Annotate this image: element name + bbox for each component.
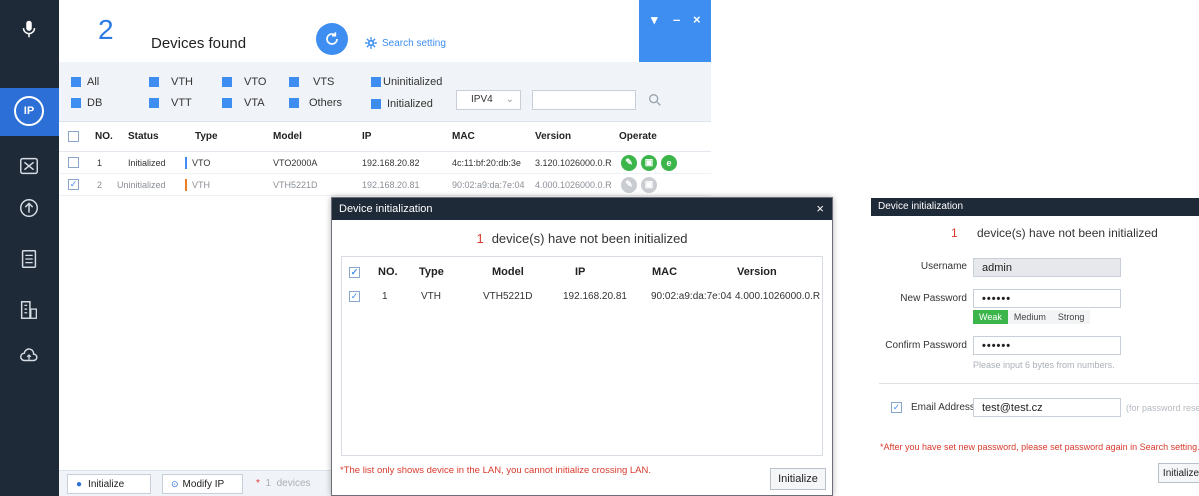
confirm-password-field[interactable]: ••••••	[973, 336, 1121, 355]
filter-panel: All DB VTH VTT VTO VTA VTS Others Uninit…	[59, 62, 711, 122]
password-hint: Please input 6 bytes from numbers.	[973, 360, 1115, 370]
filter-search-input[interactable]	[532, 90, 636, 110]
right-dialog-count: 1	[951, 226, 958, 240]
username-field[interactable]: admin	[973, 258, 1121, 277]
filter-vto[interactable]: VTO	[222, 76, 266, 88]
refresh-icon	[326, 32, 338, 45]
upgrade-icon[interactable]	[14, 193, 44, 223]
right-initialize-button[interactable]: Initialize	[1158, 463, 1199, 483]
details-icon[interactable]: ▣	[641, 154, 657, 171]
password-strength-meter: Weak Medium Strong	[973, 310, 1091, 324]
email-label: Email Address	[911, 402, 975, 413]
edit-icon[interactable]: ✎	[621, 154, 637, 171]
col-ip: IP	[362, 131, 372, 142]
row-checkbox[interactable]: ✓	[68, 174, 79, 195]
devices-found-label: Devices found	[151, 35, 247, 52]
filter-all[interactable]: All	[71, 76, 99, 88]
browser-icon[interactable]: e	[661, 154, 677, 171]
window-controls: ▾ – ×	[639, 0, 711, 62]
filter-vta[interactable]: VTA	[222, 97, 265, 109]
dialog-close-icon[interactable]: ×	[816, 201, 824, 216]
device-initialization-dialog: Device initialization × 1 device(s) have …	[331, 197, 833, 496]
strength-strong: Strong	[1051, 310, 1091, 324]
device-table: NO. Status Type Model IP MAC Version Ope…	[59, 122, 711, 196]
edit-icon: ✎	[621, 176, 637, 193]
filter-uninitialized[interactable]: Uninitialized	[371, 76, 442, 88]
strength-medium: Medium	[1007, 310, 1052, 324]
filter-db[interactable]: DB	[71, 97, 102, 109]
right-dialog-note: *After you have set new password, please…	[880, 442, 1199, 452]
ip-small-icon: ⊙	[171, 478, 179, 489]
username-label: Username	[920, 261, 967, 272]
devices-found-count: 2	[98, 14, 114, 45]
confirm-password-label: Confirm Password	[885, 340, 967, 351]
menu-dropdown-icon[interactable]: ▾	[651, 12, 658, 28]
dialog-title: Device initialization ×	[332, 198, 832, 220]
microphone-icon[interactable]	[14, 14, 44, 44]
divider	[879, 383, 1199, 384]
row-checkbox[interactable]: ✓	[349, 287, 360, 305]
password-setup-dialog: Device initialization 1 device(s) have n…	[871, 198, 1199, 486]
close-button[interactable]: ×	[693, 12, 701, 27]
refresh-button[interactable]	[316, 23, 348, 55]
col-model: Model	[273, 131, 302, 142]
right-dialog-message: device(s) have not been initialized	[977, 226, 1158, 240]
col-type: Type	[195, 131, 218, 142]
tools-icon[interactable]	[14, 151, 44, 181]
info-icon: ●	[76, 478, 83, 490]
email-hint: (for password reset)	[1126, 403, 1199, 413]
table-row[interactable]: 1 Initialized VTO VTO2000A 192.168.20.82…	[59, 152, 711, 174]
search-setting-label: Search setting	[382, 37, 446, 49]
dialog-select-all-checkbox[interactable]: ✓	[349, 257, 360, 287]
col-mac: MAC	[452, 131, 475, 142]
building-icon[interactable]	[14, 295, 44, 325]
minimize-button[interactable]: –	[673, 12, 680, 27]
email-field[interactable]: test@test.cz	[973, 398, 1121, 417]
details-icon: ▣	[641, 176, 657, 193]
filter-vtt[interactable]: VTT	[149, 97, 192, 109]
filter-others[interactable]: Others	[289, 97, 342, 109]
search-setting-link[interactable]: Search setting	[364, 36, 446, 50]
filter-vth[interactable]: VTH	[149, 76, 193, 88]
chevron-down-icon: ⌄	[505, 94, 514, 105]
cloud-icon[interactable]	[14, 340, 44, 370]
document-icon[interactable]	[14, 244, 44, 274]
row-checkbox[interactable]	[68, 152, 79, 173]
filter-initialized[interactable]: Initialized	[371, 98, 433, 110]
table-row[interactable]: ✓ 1 VTH VTH5221D 192.168.20.81 90:02:a9:…	[342, 287, 822, 305]
dialog-device-table: ✓ NO. Type Model IP MAC Version ✓ 1 VTH …	[341, 256, 823, 456]
select-all-checkbox[interactable]	[68, 122, 79, 151]
right-dialog-title: Device initialization	[871, 198, 1199, 216]
dialog-table-header: ✓ NO. Type Model IP MAC Version	[342, 257, 822, 287]
dialog-message: 1 device(s) have not been initialized	[476, 231, 688, 246]
filter-vts[interactable]: VTS	[289, 76, 334, 88]
search-icon[interactable]	[647, 92, 663, 108]
email-checkbox[interactable]: ✓	[891, 401, 902, 413]
col-status: Status	[128, 131, 159, 142]
sidebar: IP	[0, 0, 59, 496]
col-no: NO.	[95, 131, 113, 142]
ip-icon[interactable]: IP	[14, 96, 44, 126]
new-password-field[interactable]: ••••••	[973, 289, 1121, 308]
modify-ip-button[interactable]: ⊙ Modify IP	[162, 474, 243, 494]
strength-weak: Weak	[973, 310, 1008, 324]
col-version: Version	[535, 131, 572, 142]
ip-version-select[interactable]: IPV4 ⌄	[456, 90, 521, 110]
col-operate: Operate	[619, 131, 657, 142]
new-password-label: New Password	[900, 293, 967, 304]
selection-summary: * 1 devices	[256, 478, 311, 489]
initialize-button[interactable]: ● Initialize	[67, 474, 151, 494]
device-table-header: NO. Status Type Model IP MAC Version Ope…	[59, 122, 711, 152]
dialog-initialize-button[interactable]: Initialize	[770, 468, 826, 490]
table-row[interactable]: ✓ 2 Uninitialized VTH VTH5221D 192.168.2…	[59, 174, 711, 196]
topbar: 2 Devices found Search setting ▾ – ×	[59, 0, 711, 62]
gear-icon	[365, 37, 377, 49]
dialog-note: *The list only shows device in the LAN, …	[340, 465, 652, 476]
